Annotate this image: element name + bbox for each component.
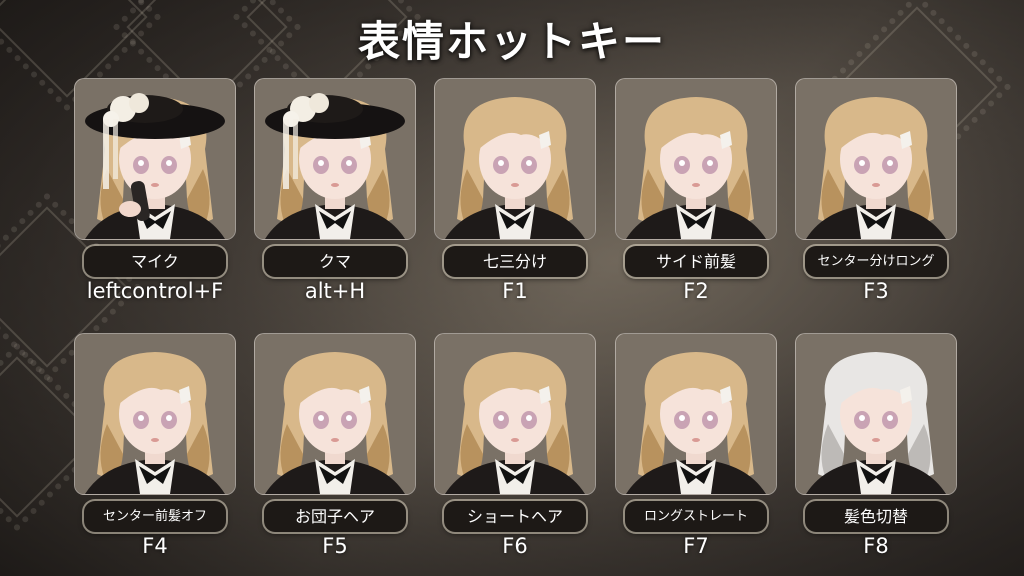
hotkey-tile[interactable]: マイク leftcontrol+F [74,78,236,303]
hotkey-text: F2 [683,279,709,303]
hotkey-tile[interactable]: ロングストレート F7 [615,333,777,558]
avatar-portrait [615,78,777,240]
expression-label: サイド前髪 [625,246,767,277]
hotkey-text: alt+H [304,279,366,303]
hotkey-tile[interactable]: ショートヘア F6 [434,333,596,558]
avatar-portrait [254,333,416,495]
hotkey-text: F4 [142,534,168,558]
page-title: 表情ホットキー [357,17,666,66]
expression-label: 髪色切替 [805,501,947,532]
hotkey-text: F7 [683,534,709,558]
avatar-portrait [74,78,236,240]
expression-label: ロングストレート [625,501,767,532]
hotkey-tile[interactable]: お団子ヘア F5 [254,333,416,558]
expression-label: センター前髪オフ [84,501,226,532]
avatar-portrait [434,333,596,495]
avatar-portrait [795,333,957,495]
avatar-portrait [74,333,236,495]
expression-label: マイク [84,246,226,277]
expression-label: お団子ヘア [264,501,406,532]
avatar-portrait [434,78,596,240]
hotkey-tile[interactable]: センター分けロング F3 [795,78,957,303]
hotkey-text: F5 [322,534,348,558]
expression-label: 七三分け [444,246,586,277]
hotkey-text: F3 [863,279,889,303]
expression-label: ショートヘア [444,501,586,532]
avatar-portrait [615,333,777,495]
hotkey-text: F1 [502,279,528,303]
hotkey-tile[interactable]: サイド前髪 F2 [615,78,777,303]
hotkey-tile[interactable]: クマ alt+H [254,78,416,303]
hotkey-text: F8 [863,534,889,558]
hotkey-text: F6 [502,534,528,558]
hotkey-tile[interactable]: 七三分け F1 [434,78,596,303]
avatar-portrait [254,78,416,240]
expression-label: センター分けロング [805,246,947,277]
expression-label: クマ [264,246,406,277]
avatar-portrait [795,78,957,240]
hotkey-tile[interactable]: センター前髪オフ F4 [74,333,236,558]
hotkey-text: leftcontrol+F [86,279,224,303]
hotkey-tile[interactable]: 髪色切替 F8 [795,333,957,558]
